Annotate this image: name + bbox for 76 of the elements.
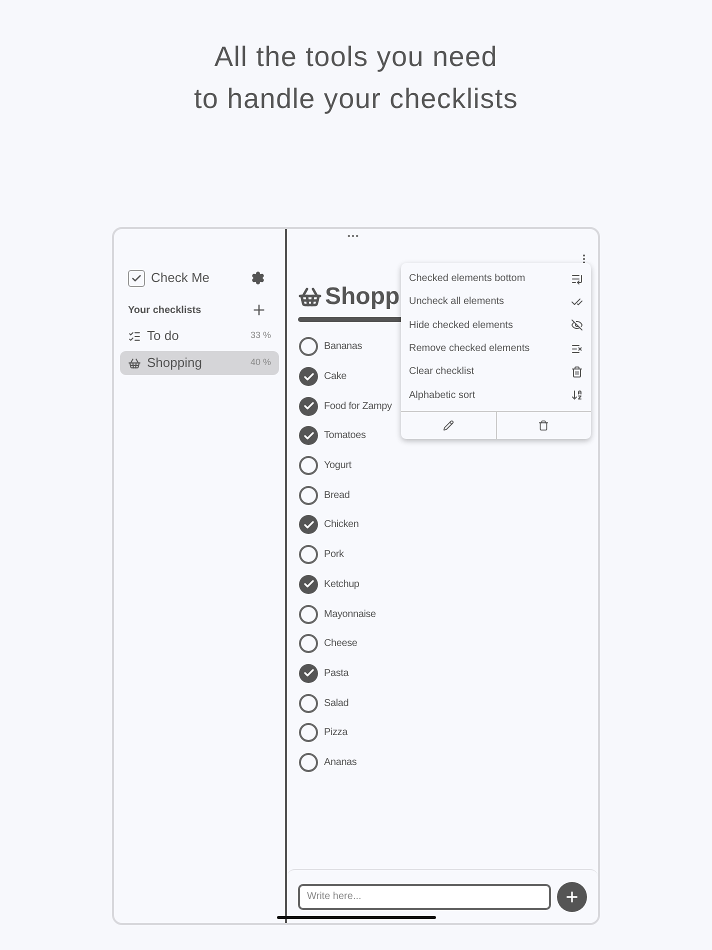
item-label: Mayonnaise: [324, 608, 376, 622]
item-checkbox[interactable]: [299, 752, 318, 772]
check-icon: [302, 578, 314, 590]
item-label: Ketchup: [324, 578, 360, 592]
add-button[interactable]: [557, 882, 587, 912]
sidebar-item[interactable]: To do 33 %: [120, 324, 279, 348]
pencil-icon: [442, 420, 454, 431]
item-checkbox[interactable]: [299, 396, 318, 416]
item-checkbox[interactable]: [299, 723, 318, 742]
check-icon: [302, 400, 314, 412]
eye-off-icon: [571, 319, 583, 332]
item-label: Food for Zampy: [324, 400, 392, 414]
list-icon: [571, 272, 583, 285]
trash-icon: [571, 366, 583, 378]
checklist-title: Shopp: [325, 282, 400, 312]
item-label: Cake: [324, 370, 347, 384]
item-checkbox[interactable]: [299, 574, 318, 594]
percent-label: 40 %: [250, 356, 271, 370]
checklist-icon: [128, 330, 141, 342]
check-icon: [302, 667, 314, 680]
section-title: Your checklists: [128, 304, 202, 318]
check-icon: [302, 430, 314, 442]
trash-icon: [538, 420, 550, 431]
item-checkbox[interactable]: [299, 486, 318, 505]
item-label: Salad: [324, 696, 349, 711]
app-name: Check Me: [151, 269, 211, 288]
sidebar-item[interactable]: Shopping 40 %: [120, 351, 279, 375]
check-icon: [131, 272, 142, 284]
item-label: Yogurt: [324, 459, 352, 474]
item-checkbox[interactable]: [299, 664, 318, 683]
item-label: Cheese: [324, 637, 358, 652]
item-label: Bananas: [324, 340, 362, 354]
item-label: Tomatoes: [324, 429, 366, 444]
item-label: Pizza: [324, 726, 348, 740]
item-checkbox[interactable]: [299, 426, 318, 446]
menu-item-label: Uncheck all elements: [409, 295, 506, 310]
item-checkbox[interactable]: [299, 634, 318, 654]
item-label: Ananas: [324, 756, 357, 770]
item-label: Bread: [324, 488, 350, 503]
item-checkbox[interactable]: [299, 367, 318, 386]
item-label: Chicken: [324, 518, 359, 532]
menu-item-label: Alphabetic sort: [409, 388, 476, 403]
item-checkbox[interactable]: [299, 545, 318, 564]
menu-item-label: Remove checked elements: [409, 342, 531, 356]
check-icon: [302, 370, 314, 383]
menu-item[interactable]: Hide checked elements: [401, 314, 591, 337]
item-checkbox[interactable]: [299, 604, 318, 624]
item-checkbox[interactable]: [299, 337, 318, 356]
menu-item[interactable]: Checked elements bottom: [401, 267, 591, 290]
headline: All the tools you need: [214, 40, 498, 74]
sidebar-item-label: Shopping: [147, 354, 203, 372]
item-label: Pasta: [324, 666, 349, 681]
check-icon: [302, 518, 314, 531]
item-checkbox[interactable]: [299, 456, 318, 476]
sidebar-item-label: To do: [147, 327, 180, 346]
item-checkbox[interactable]: [299, 694, 318, 713]
item-checkbox[interactable]: [299, 515, 318, 534]
percent-label: 33 %: [250, 329, 271, 342]
menu-item-label: Hide checked elements: [409, 318, 514, 333]
settings-icon[interactable]: [251, 271, 265, 285]
plus-icon: [564, 888, 580, 904]
input-field[interactable]: Write here...: [298, 884, 551, 910]
double-check-icon: [571, 296, 583, 308]
menu-item[interactable]: Remove checked elements: [401, 336, 591, 360]
menu-item[interactable]: Clear checklist: [401, 360, 591, 384]
list-remove-icon: [571, 342, 583, 355]
basket-icon: [298, 285, 322, 309]
menu-item-label: Clear checklist: [409, 365, 476, 380]
menu-item[interactable]: Uncheck all elements: [401, 290, 591, 314]
menu-item-label: Checked elements bottom: [409, 272, 526, 286]
item-label: Pork: [324, 548, 344, 562]
sort-icon: [571, 389, 583, 402]
menu-item[interactable]: Alphabetic sort: [401, 383, 591, 407]
headline: to handle your checklists: [194, 82, 518, 116]
basket-icon: [128, 356, 141, 370]
add-icon[interactable]: [251, 302, 267, 318]
